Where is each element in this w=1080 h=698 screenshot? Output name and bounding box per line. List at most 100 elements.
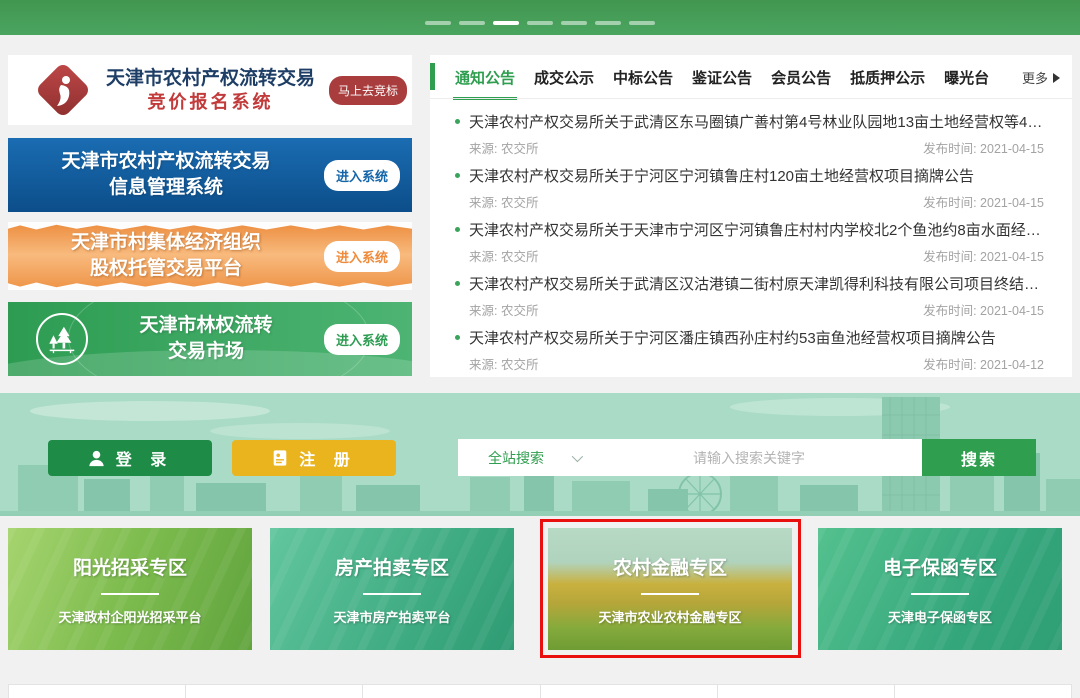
announcement-tabs: 通知公告 成交公示 中标公告 鉴证公告 会员公告 抵质押公示 曝光台 更多 (455, 67, 1072, 100)
pine-trees-icon (36, 313, 88, 365)
bottom-table-cell (363, 685, 540, 698)
bottom-table-cell (718, 685, 895, 698)
announcement-date: 发布时间: 2021-04-15 (923, 246, 1044, 265)
list-item: 天津农村产权交易所关于宁河区宁河镇鲁庄村120亩土地经营权项目摘牌公告 来源: … (455, 157, 1044, 211)
list-item: 天津农村产权交易所关于天津市宁河区宁河镇鲁庄村村内学校北2个鱼池约8亩水面经营.… (455, 211, 1044, 265)
more-arrow-icon (1053, 73, 1060, 83)
announcement-title-link[interactable]: 天津农村产权交易所关于武清区东马圈镇广善村第4号林业队园地13亩土地经营权等4个… (469, 111, 1044, 132)
login-label: 登 录 (116, 446, 173, 470)
carousel-dash[interactable] (527, 21, 553, 25)
equity-platform-card: 天津市村集体经济组织 股权托管交易平台 进入系统 (8, 222, 412, 290)
info-system-title-line2: 信息管理系统 (8, 175, 324, 201)
zone-card-property-auction[interactable]: 房产拍卖专区 天津市房产拍卖平台 (270, 528, 514, 650)
carousel-dash[interactable] (629, 21, 655, 25)
announcement-title-link[interactable]: 天津农村产权交易所关于天津市宁河区宁河镇鲁庄村村内学校北2个鱼池约8亩水面经营.… (469, 219, 1044, 240)
carousel-indicators (425, 21, 655, 25)
search-input[interactable] (638, 439, 922, 476)
bottom-table-cell (541, 685, 718, 698)
announcement-title-link[interactable]: 天津农村产权交易所关于武清区汉沽港镇二街村原天津凯得利科技有限公司项目终结公告 (469, 273, 1044, 294)
hero-banner: 登 录 注 册 全站搜索 搜索 (0, 393, 1080, 516)
equity-platform-title-line1: 天津市村集体经济组织 (8, 230, 324, 256)
site-logo-icon (34, 61, 92, 119)
announcements-panel: 通知公告 成交公示 中标公告 鉴证公告 会员公告 抵质押公示 曝光台 更多 天津… (430, 55, 1072, 377)
list-item: 天津农村产权交易所关于宁河区潘庄镇西孙庄村约53亩鱼池经营权项目摘牌公告 来源:… (455, 319, 1044, 373)
tabs-divider (430, 98, 1072, 99)
zone-subtitle: 天津电子保函专区 (888, 607, 992, 626)
forest-market-card: 天津市林权流转 交易市场 进入系统 (8, 302, 412, 376)
announcement-source: 来源: 农交所 (469, 138, 538, 157)
register-label: 注 册 (299, 446, 356, 470)
announcement-date: 发布时间: 2021-04-15 (923, 138, 1044, 157)
zone-divider (101, 593, 159, 595)
announcement-source: 来源: 农交所 (469, 192, 538, 211)
tab-winning-bid[interactable]: 中标公告 (613, 67, 673, 100)
page: 天津市农村产权流转交易 竞价报名系统 马上去竞标 天津市农村产权流转交易 信息管… (0, 0, 1080, 698)
bid-system-title: 天津市农村产权流转交易 竞价报名系统 (92, 67, 329, 113)
bid-system-card: 天津市农村产权流转交易 竞价报名系统 马上去竞标 (8, 55, 412, 125)
announcement-title-link[interactable]: 天津农村产权交易所关于宁河区潘庄镇西孙庄村约53亩鱼池经营权项目摘牌公告 (469, 327, 996, 348)
carousel-dash[interactable] (459, 21, 485, 25)
id-card-icon (271, 449, 289, 467)
announcement-source: 来源: 农交所 (469, 300, 538, 319)
bullet-icon (455, 281, 460, 286)
announcement-date: 发布时间: 2021-04-15 (923, 192, 1044, 211)
carousel-dash-active[interactable] (493, 21, 519, 25)
equity-platform-enter-button[interactable]: 进入系统 (324, 241, 400, 272)
zone-subtitle: 天津市农业农村金融专区 (598, 607, 741, 626)
announcement-source: 来源: 农交所 (469, 354, 538, 373)
zone-divider (363, 593, 421, 595)
tab-deal-publicity[interactable]: 成交公示 (534, 67, 594, 100)
bottom-table-row (8, 684, 1072, 698)
forest-market-title: 天津市林权流转 交易市场 (88, 313, 324, 364)
zone-title: 农村金融专区 (613, 553, 727, 580)
carousel-topbar (0, 0, 1080, 35)
equity-platform-title: 天津市村集体经济组织 股权托管交易平台 (8, 230, 324, 281)
user-icon (87, 449, 106, 468)
search-scope-dropdown[interactable]: 全站搜索 (458, 448, 638, 468)
login-button[interactable]: 登 录 (48, 440, 212, 476)
announcement-date: 发布时间: 2021-04-12 (923, 354, 1044, 373)
search-bar: 全站搜索 搜索 (458, 439, 1036, 476)
tab-member[interactable]: 会员公告 (771, 67, 831, 100)
info-system-title-line1: 天津市农村产权流转交易 (8, 149, 324, 175)
bottom-table-cell (9, 685, 186, 698)
announcement-date: 发布时间: 2021-04-15 (923, 300, 1044, 319)
register-button[interactable]: 注 册 (232, 440, 396, 476)
go-bid-button[interactable]: 马上去竞标 (329, 76, 407, 105)
tab-certification[interactable]: 鉴证公告 (692, 67, 752, 100)
announcement-source: 来源: 农交所 (469, 246, 538, 265)
bottom-table-cell (895, 685, 1071, 698)
zone-card-sunshine-procurement[interactable]: 阳光招采专区 天津政村企阳光招采平台 (8, 528, 252, 650)
info-system-enter-button[interactable]: 进入系统 (324, 160, 400, 191)
info-system-card: 天津市农村产权流转交易 信息管理系统 进入系统 (8, 138, 412, 212)
announcement-title-link[interactable]: 天津农村产权交易所关于宁河区宁河镇鲁庄村120亩土地经营权项目摘牌公告 (469, 165, 974, 186)
carousel-dash[interactable] (561, 21, 587, 25)
bid-system-title-line1: 天津市农村产权流转交易 (92, 67, 329, 91)
search-scope-label: 全站搜索 (488, 448, 544, 468)
zone-title: 房产拍卖专区 (335, 553, 449, 580)
forest-market-title-line2: 交易市场 (88, 339, 324, 365)
carousel-dash[interactable] (595, 21, 621, 25)
more-link[interactable]: 更多 (1022, 68, 1060, 99)
search-button[interactable]: 搜索 (922, 439, 1036, 476)
zone-subtitle: 天津政村企阳光招采平台 (58, 607, 201, 626)
equity-platform-title-line2: 股权托管交易平台 (8, 256, 324, 282)
zone-subtitle: 天津市房产拍卖平台 (333, 607, 450, 626)
zone-card-e-guarantee[interactable]: 电子保函专区 天津电子保函专区 (818, 528, 1062, 650)
bullet-icon (455, 119, 460, 124)
forest-market-enter-button[interactable]: 进入系统 (324, 324, 400, 355)
bullet-icon (455, 227, 460, 232)
zone-title: 电子保函专区 (883, 553, 997, 580)
tab-exposure[interactable]: 曝光台 (944, 67, 989, 100)
bottom-table-cell (186, 685, 363, 698)
tab-accent-bar (430, 63, 435, 90)
carousel-dash[interactable] (425, 21, 451, 25)
announcement-list: 天津农村产权交易所关于武清区东马圈镇广善村第4号林业队园地13亩土地经营权等4个… (455, 103, 1044, 373)
bullet-icon (455, 335, 460, 340)
zone-card-rural-finance[interactable]: 农村金融专区 天津市农业农村金融专区 (548, 528, 792, 650)
tab-notice[interactable]: 通知公告 (455, 67, 515, 100)
forest-market-title-line1: 天津市林权流转 (88, 313, 324, 339)
bullet-icon (455, 173, 460, 178)
chevron-down-icon (572, 450, 583, 461)
tab-mortgage[interactable]: 抵质押公示 (850, 67, 925, 100)
